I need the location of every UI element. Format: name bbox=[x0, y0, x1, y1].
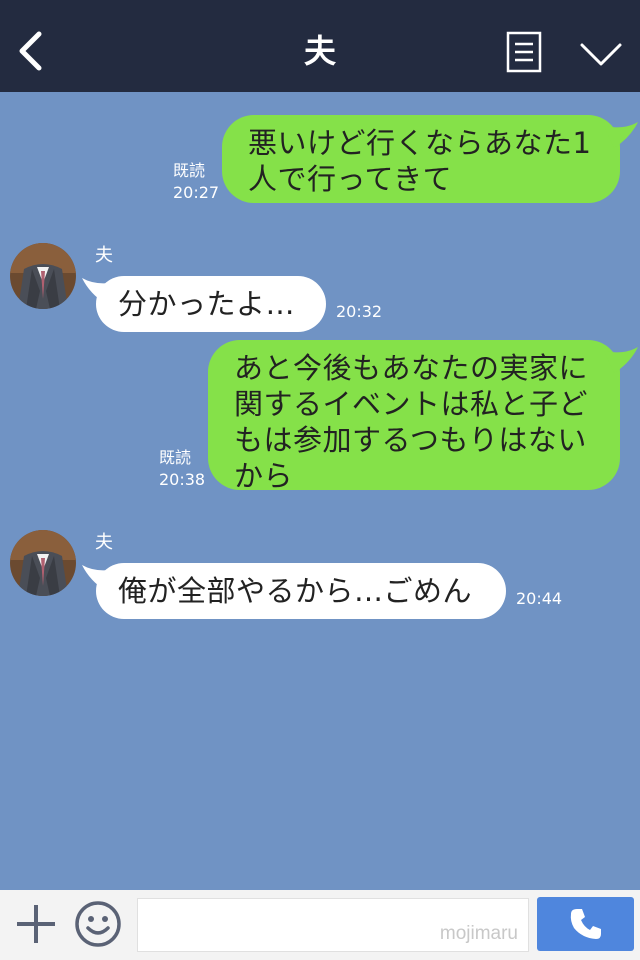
sent-message-bubble[interactable]: 悪いけど行くならあなた1 人で行ってきて bbox=[222, 115, 620, 203]
message-meta: 既読 20:38 bbox=[159, 447, 205, 491]
message-line: 人で行ってきて bbox=[248, 162, 453, 196]
message-text: 分かったよ… bbox=[118, 287, 296, 321]
bubble-tail bbox=[604, 122, 638, 148]
message-line: あと今後もあなたの実家に bbox=[234, 351, 589, 385]
message-time: 20:44 bbox=[516, 589, 563, 608]
chat-title: 夫 bbox=[303, 32, 336, 70]
smiley-icon bbox=[75, 901, 121, 947]
phone-icon bbox=[570, 909, 601, 939]
notes-menu-icon bbox=[506, 31, 542, 73]
read-receipt: 既読 bbox=[159, 448, 192, 467]
sender-name: 夫 bbox=[95, 532, 113, 553]
chevron-down-icon bbox=[580, 43, 622, 66]
sent-message-bubble[interactable]: あと今後もあなたの実家に 関するイベントは私と子ど もは参加するつもりはない か… bbox=[208, 340, 620, 493]
received-message-bubble[interactable]: 分かったよ… bbox=[96, 276, 326, 332]
message-meta: 既読 20:27 bbox=[173, 160, 219, 204]
bubble-tail bbox=[604, 347, 638, 373]
avatar-image bbox=[10, 530, 76, 596]
message-line: もは参加するつもりはない bbox=[234, 423, 587, 457]
avatar-image bbox=[10, 243, 76, 309]
watermark-text: mojimaru bbox=[439, 923, 518, 944]
input-bar: mojimaru bbox=[0, 890, 640, 960]
message-time: 20:27 bbox=[173, 183, 220, 202]
read-receipt: 既読 bbox=[173, 161, 206, 180]
message-input[interactable]: mojimaru bbox=[137, 898, 529, 952]
avatar[interactable] bbox=[10, 530, 76, 596]
message-time: 20:32 bbox=[336, 302, 383, 321]
notes-menu-button[interactable] bbox=[506, 31, 542, 73]
received-message-bubble[interactable]: 俺が全部やるから…ごめん bbox=[96, 563, 506, 619]
avatar[interactable] bbox=[10, 243, 76, 309]
add-button[interactable] bbox=[14, 902, 58, 946]
message-time: 20:38 bbox=[159, 470, 206, 489]
plus-icon bbox=[17, 905, 55, 943]
sender-name: 夫 bbox=[95, 245, 113, 266]
message-line: 悪いけど行くならあなた1 bbox=[248, 126, 592, 160]
chat-header: 夫 bbox=[0, 0, 640, 92]
collapse-button[interactable] bbox=[578, 36, 624, 70]
emoji-button[interactable] bbox=[74, 900, 122, 948]
call-button[interactable] bbox=[537, 897, 634, 951]
message-line: 関するイベントは私と子ど bbox=[234, 387, 589, 421]
message-text: 俺が全部やるから…ごめん bbox=[118, 574, 473, 608]
message-line: から bbox=[234, 459, 294, 493]
